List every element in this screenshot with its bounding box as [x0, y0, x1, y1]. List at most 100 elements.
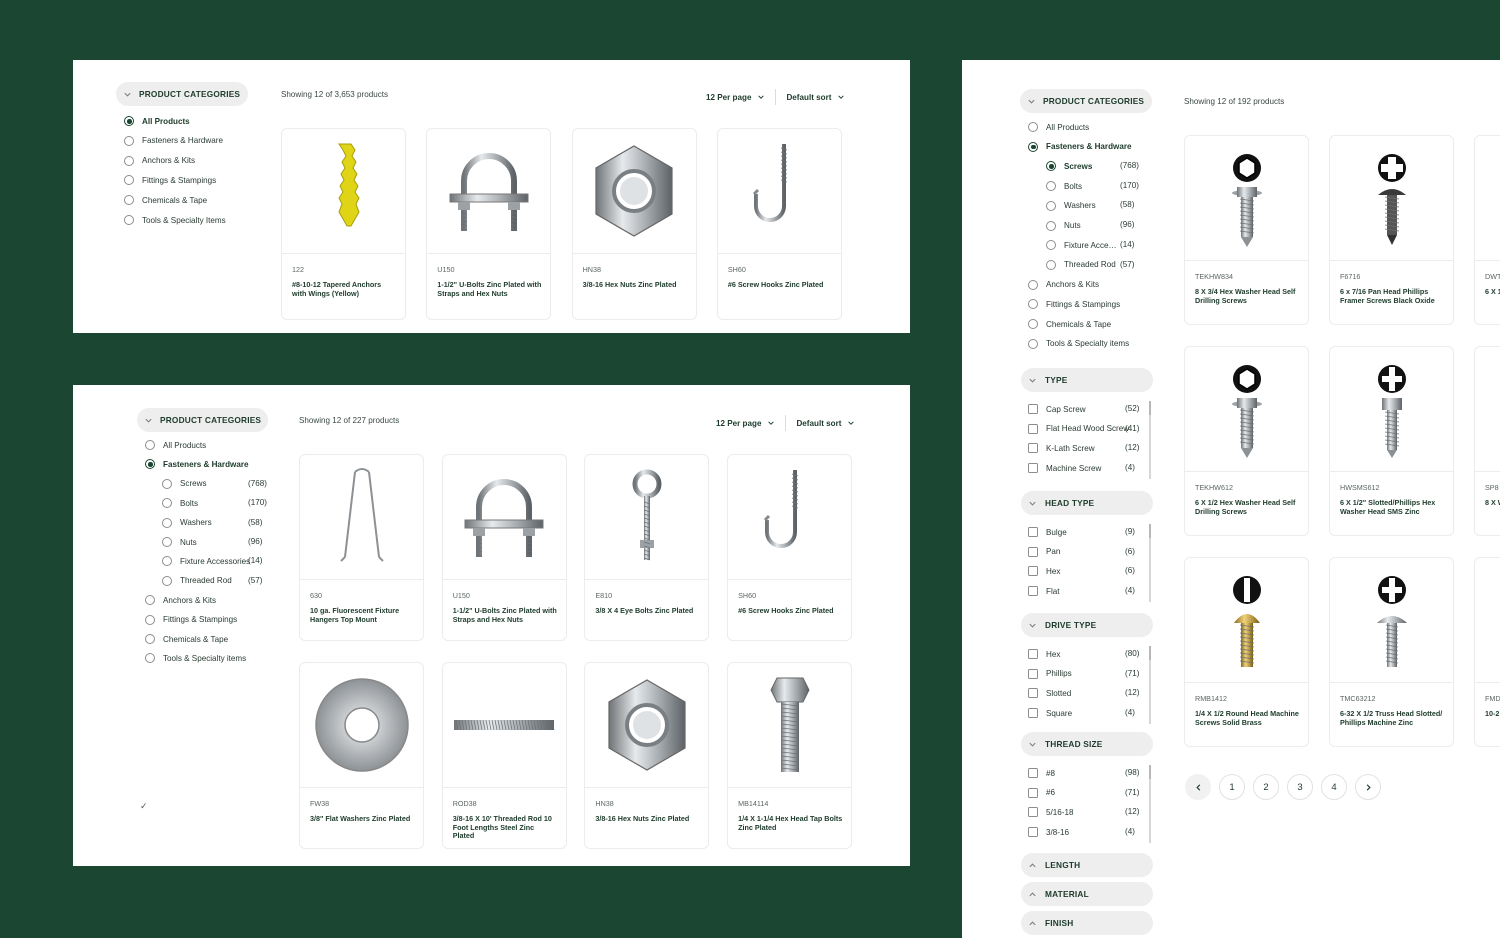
radio-button[interactable]: [124, 215, 134, 225]
product-image[interactable]: [585, 455, 709, 580]
product-card[interactable]: TEKHW612 6 X 1/2 Hex Washer Head Self Dr…: [1184, 346, 1309, 536]
category-option[interactable]: All Products: [124, 115, 190, 127]
category-option[interactable]: All Products: [145, 439, 206, 451]
product-name[interactable]: 8 X 3/4 Hex Washer Head Self Drilling Sc…: [1195, 287, 1300, 305]
filter-option[interactable]: #8: [1028, 767, 1055, 779]
checkbox[interactable]: [1028, 443, 1038, 454]
product-card[interactable]: U150 1-1/2" U-Bolts Zinc Plated with Str…: [426, 128, 552, 320]
checkbox[interactable]: [1028, 423, 1038, 434]
product-categories-toggle[interactable]: PRODUCT CATEGORIES: [1020, 89, 1152, 113]
category-option[interactable]: Fasteners & Hardware: [124, 135, 223, 147]
product-image[interactable]: [728, 455, 852, 580]
category-option[interactable]: Tools & Specialty items: [145, 652, 246, 664]
product-card[interactable]: U150 1-1/2" U-Bolts Zinc Plated with Str…: [441, 454, 567, 641]
product-card[interactable]: F6716 6 x 7/16 Pan Head Phillips Framer …: [1329, 135, 1454, 325]
radio-button[interactable]: [1028, 319, 1038, 329]
checkbox[interactable]: [1028, 546, 1038, 557]
product-name[interactable]: 6 X 1 Bugl: [1485, 287, 1500, 297]
checkbox[interactable]: [1028, 566, 1038, 577]
category-option[interactable]: All Products: [1028, 121, 1089, 133]
product-name[interactable]: #6 Screw Hooks Zinc Plated: [738, 606, 843, 616]
product-image[interactable]: [1330, 347, 1453, 472]
product-card[interactable]: E810 3/8 X 4 Eye Bolts Zinc Plated: [584, 454, 710, 641]
checkbox[interactable]: [1028, 787, 1038, 798]
filter-scrollbar-thumb[interactable]: [1149, 765, 1151, 779]
radio-button[interactable]: [162, 575, 172, 586]
product-card[interactable]: HN38 3/8-16 Hex Nuts Zinc Plated: [584, 662, 710, 849]
filter-option[interactable]: Hex: [1028, 565, 1060, 577]
drive-type-filter-toggle[interactable]: DRIVE TYPE: [1021, 613, 1153, 637]
radio-button[interactable]: [145, 634, 155, 644]
radio-button[interactable]: [145, 653, 155, 664]
product-card[interactable]: SH60 #6 Screw Hooks Zinc Plated: [716, 128, 842, 320]
product-image[interactable]: [1475, 136, 1500, 261]
filter-scrollbar-thumb[interactable]: [1149, 524, 1151, 538]
product-card[interactable]: FMD 10-2 Phill: [1474, 557, 1500, 747]
filter-option[interactable]: Slotted: [1028, 687, 1071, 699]
head-type-filter-toggle[interactable]: HEAD TYPE: [1021, 491, 1153, 515]
radio-button[interactable]: [162, 537, 172, 547]
category-option[interactable]: Threaded Rod: [162, 575, 232, 587]
product-card[interactable]: 630 10 ga. Fluorescent Fixture Hangers T…: [299, 454, 424, 641]
product-card[interactable]: TMC63212 6-32 X 1/2 Truss Head Slotted/ …: [1329, 557, 1454, 747]
category-option[interactable]: Chemicals & Tape: [145, 633, 228, 645]
radio-button[interactable]: [1028, 338, 1038, 349]
product-name[interactable]: 10 ga. Fluorescent Fixture Hangers Top M…: [310, 606, 415, 624]
radio-button[interactable]: [124, 155, 134, 166]
product-name[interactable]: 6-32 X 1/2 Truss Head Slotted/ Phillips …: [1340, 709, 1445, 727]
per-page-select[interactable]: 12 Per page: [716, 419, 775, 428]
product-card[interactable]: FW38 3/8" Flat Washers Zinc Plated: [299, 662, 424, 849]
checkbox[interactable]: [1028, 668, 1038, 679]
radio-button[interactable]: [124, 116, 134, 126]
product-image[interactable]: [1330, 136, 1453, 261]
category-option[interactable]: Fixture Accessories: [162, 555, 250, 567]
thread-size-filter-toggle[interactable]: THREAD SIZE: [1021, 732, 1153, 756]
radio-button[interactable]: [1046, 200, 1056, 211]
finish-filter-toggle[interactable]: FINISH: [1021, 911, 1153, 935]
product-card[interactable]: HWSMS612 6 X 1/2" Slotted/Phillips Hex W…: [1329, 346, 1454, 536]
radio-button[interactable]: [162, 556, 172, 567]
category-option[interactable]: Anchors & Kits: [1028, 279, 1099, 291]
category-option[interactable]: Washers: [162, 517, 212, 529]
radio-button[interactable]: [1028, 279, 1038, 290]
product-image[interactable]: [1330, 558, 1453, 683]
page-button-3[interactable]: 3: [1287, 774, 1313, 800]
category-option[interactable]: Nuts: [1046, 220, 1081, 232]
checkbox[interactable]: [1028, 768, 1038, 778]
product-name[interactable]: 3/8 X 4 Eye Bolts Zinc Plated: [595, 606, 700, 616]
product-name[interactable]: 1/4 X 1/2 Round Head Machine Screws Soli…: [1195, 709, 1300, 727]
category-option[interactable]: Fittings & Stampings: [124, 174, 216, 186]
product-image[interactable]: [442, 663, 566, 788]
product-name[interactable]: 3/8-16 Hex Nuts Zinc Plated: [595, 814, 700, 824]
product-name[interactable]: #8-10-12 Tapered Anchors with Wings (Yel…: [292, 280, 397, 298]
radio-button[interactable]: [145, 595, 155, 606]
page-button-2[interactable]: 2: [1253, 774, 1279, 800]
product-categories-toggle[interactable]: PRODUCT CATEGORIES: [116, 82, 248, 106]
category-option[interactable]: Fasteners & Hardware: [1028, 141, 1131, 153]
product-image[interactable]: [585, 663, 709, 788]
checkbox[interactable]: [1028, 649, 1038, 659]
product-card[interactable]: HN38 3/8-16 Hex Nuts Zinc Plated: [571, 128, 697, 320]
product-card[interactable]: ROD38 3/8-16 X 10' Threaded Rod 10 Foot …: [441, 662, 567, 849]
type-filter-toggle[interactable]: TYPE: [1021, 368, 1153, 392]
category-option[interactable]: Tools & Specialty Items: [124, 214, 226, 226]
product-image[interactable]: [1475, 347, 1500, 472]
product-image[interactable]: [427, 129, 551, 254]
filter-option[interactable]: Pan: [1028, 546, 1060, 558]
filter-option[interactable]: Bulge: [1028, 526, 1067, 538]
category-option[interactable]: Fixture Acce…: [1046, 239, 1117, 251]
radio-button[interactable]: [124, 195, 134, 206]
radio-button[interactable]: [1046, 220, 1056, 231]
filter-option[interactable]: Cap Screw: [1028, 403, 1086, 415]
product-name[interactable]: 8 X Wash: [1485, 498, 1500, 508]
product-name[interactable]: 10-2 Phill: [1485, 709, 1500, 719]
category-option[interactable]: Anchors & Kits: [124, 155, 195, 167]
category-option[interactable]: Chemicals & Tape: [124, 194, 207, 206]
product-image[interactable]: [300, 455, 423, 580]
product-name[interactable]: 3/8-16 Hex Nuts Zinc Plated: [583, 280, 688, 290]
product-name[interactable]: 1/4 X 1-1/4 Hex Head Tap Bolts Zinc Plat…: [738, 814, 843, 832]
filter-option[interactable]: Machine Screw: [1028, 462, 1101, 474]
category-option[interactable]: Bolts: [1046, 180, 1082, 192]
checkbox[interactable]: [1028, 807, 1038, 818]
radio-button[interactable]: [1046, 240, 1056, 251]
